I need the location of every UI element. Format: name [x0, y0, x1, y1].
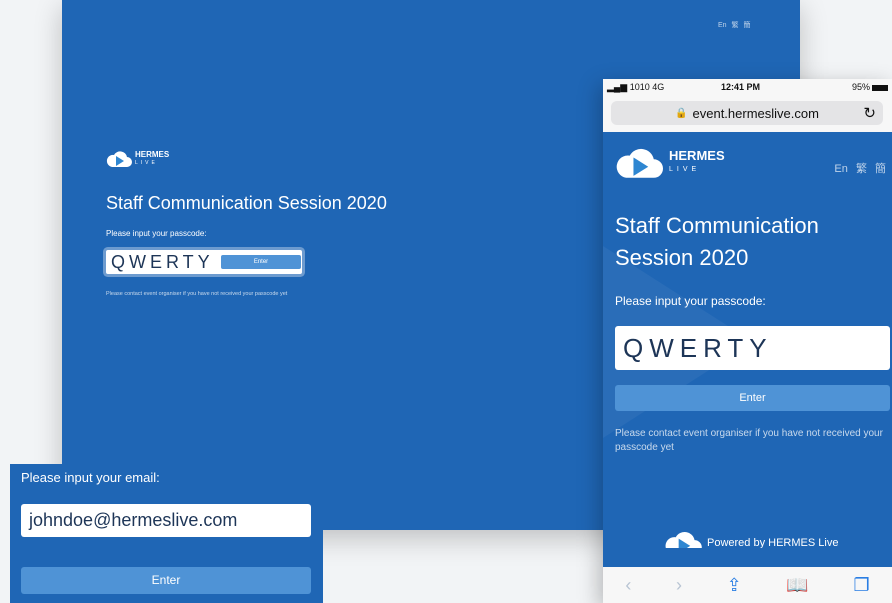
page-title: Staff Communication Session 2020 [106, 193, 387, 213]
reload-icon[interactable]: ↻ [863, 104, 876, 122]
brand-name: HERMES LIVE [135, 150, 170, 166]
mobile-screen: ▂▄▆ 1010 4G 12:41 PM 95% 🔒 event.hermesl… [603, 79, 892, 603]
email-card: Please input your email: johndoe@hermesl… [10, 464, 323, 603]
email-input[interactable]: johndoe@hermeslive.com [21, 504, 311, 537]
enter-button[interactable]: Enter [221, 255, 301, 269]
cloud-play-icon [106, 151, 132, 167]
enter-button[interactable]: Enter [615, 385, 890, 411]
brand-name: HERMES LIVE [669, 148, 725, 174]
contact-note: Please contact event organiser if you ha… [615, 428, 883, 453]
lang-traditional[interactable]: 繁 [856, 163, 867, 175]
powered-by-footer: Powered by HERMES Live [663, 530, 838, 548]
cloud-play-icon [616, 148, 663, 178]
email-enter-button[interactable]: Enter [21, 567, 311, 594]
bookmarks-icon[interactable]: 📖 [786, 575, 808, 596]
language-switcher: En 繁 簡 [718, 20, 753, 30]
passcode-prompt: Please input your passcode: [615, 294, 766, 308]
status-time: 12:41 PM [721, 82, 761, 92]
passcode-input[interactable]: QWERTY [615, 326, 890, 370]
hermes-logo: HERMES LIVE [106, 150, 169, 168]
tabs-icon[interactable]: ❐ [853, 575, 869, 596]
lang-simplified[interactable]: 簡 [743, 22, 750, 29]
hermes-logo: HERMES LIVE [615, 146, 725, 180]
passcode-form: QWERTY Enter [106, 250, 302, 274]
status-bar: ▂▄▆ 1010 4G 12:41 PM 95% [603, 79, 892, 95]
lang-en[interactable]: En [718, 22, 727, 29]
contact-note: Please contact event organiser if you ha… [106, 291, 288, 297]
battery-indicator: 95% [852, 82, 888, 92]
lang-en[interactable]: En [834, 163, 847, 175]
page-title: Staff Communication Session 2020 [615, 213, 819, 270]
lock-icon: 🔒 [675, 107, 688, 119]
address-field[interactable]: 🔒 event.hermeslive.com ↻ [611, 101, 883, 125]
passcode-prompt: Please input your passcode: [106, 229, 207, 238]
powered-text: Powered by HERMES Live [707, 537, 839, 548]
passcode-input[interactable]: QWERTY [106, 252, 219, 273]
carrier-label: ▂▄▆ 1010 4G [607, 82, 665, 92]
lang-simplified[interactable]: 簡 [875, 163, 886, 175]
battery-icon [872, 84, 888, 91]
browser-url-bar: 🔒 event.hermeslive.com ↻ [603, 95, 892, 132]
mobile-page: HERMES LIVE En 繁 簡 Staff Communication S… [603, 132, 892, 548]
email-prompt: Please input your email: [21, 470, 160, 485]
share-icon[interactable]: ⇪ [727, 575, 742, 596]
language-switcher: En 繁 簡 [829, 160, 886, 176]
back-icon[interactable]: ‹ [625, 575, 631, 596]
lang-traditional[interactable]: 繁 [732, 22, 739, 29]
cloud-play-icon [665, 532, 702, 548]
url-text: event.hermeslive.com [692, 105, 819, 121]
browser-toolbar: ‹ › ⇪ 📖 ❐ [603, 567, 892, 603]
forward-icon[interactable]: › [676, 575, 682, 596]
